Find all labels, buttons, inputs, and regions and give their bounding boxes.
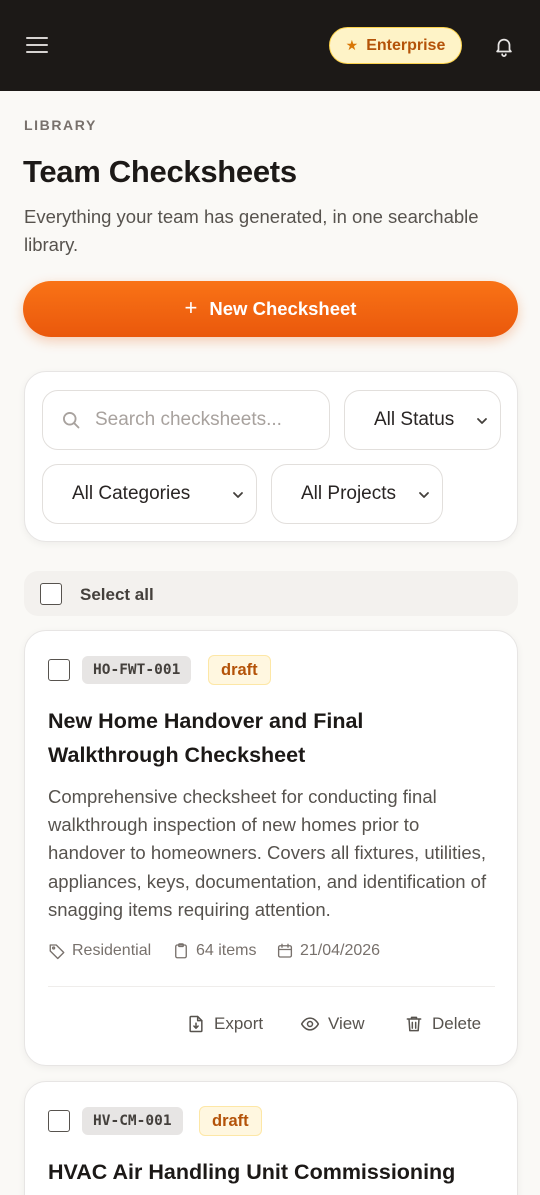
date-label: 21/04/2026 bbox=[300, 942, 381, 959]
card-divider bbox=[48, 986, 495, 987]
status-badge: draft bbox=[208, 655, 271, 685]
checksheet-code: HO-FWT-001 bbox=[82, 656, 192, 684]
clipboard-icon bbox=[175, 943, 187, 959]
tag-icon bbox=[49, 944, 65, 960]
new-checksheet-label: New Checksheet bbox=[209, 298, 357, 319]
checksheet-title[interactable]: HVAC Air Handling Unit Commissioning bbox=[48, 1155, 488, 1189]
plus-icon: + bbox=[184, 295, 198, 320]
filter-panel: All Status All Categories All Projects bbox=[24, 371, 518, 542]
export-button[interactable]: Export bbox=[186, 1014, 263, 1034]
export-icon bbox=[189, 1015, 203, 1033]
delete-label: Delete bbox=[432, 1014, 482, 1033]
status-select[interactable]: All Status bbox=[344, 390, 501, 450]
status-badge: draft bbox=[199, 1106, 262, 1136]
checksheet-card[interactable]: HO-FWT-001 draft New Home Handover and F… bbox=[24, 630, 518, 1066]
section-overline: LIBRARY bbox=[24, 117, 97, 133]
chevron-down-icon bbox=[233, 492, 243, 498]
delete-button[interactable]: Delete bbox=[404, 1014, 481, 1034]
date-meta: 21/04/2026 bbox=[276, 942, 380, 960]
category-label: Residential bbox=[72, 942, 152, 959]
select-all-label: Select all bbox=[80, 585, 154, 604]
view-button[interactable]: View bbox=[300, 1014, 365, 1034]
calendar-icon bbox=[277, 943, 293, 958]
eye-icon bbox=[300, 1017, 320, 1031]
chevron-down-icon bbox=[419, 492, 429, 498]
plan-badge[interactable]: ★ Enterprise bbox=[329, 27, 462, 64]
checksheet-code: HV-CM-001 bbox=[82, 1107, 183, 1135]
page-title: Team Checksheets bbox=[23, 154, 297, 189]
search-field[interactable] bbox=[42, 390, 330, 450]
category-select[interactable]: All Categories bbox=[42, 464, 257, 524]
new-checksheet-button[interactable]: + New Checksheet bbox=[23, 281, 518, 337]
category-meta: Residential bbox=[48, 942, 151, 960]
select-all-checkbox[interactable] bbox=[40, 583, 62, 605]
project-select-value: All Projects bbox=[301, 483, 397, 504]
card-checkbox[interactable] bbox=[48, 1110, 70, 1132]
card-checkbox[interactable] bbox=[48, 659, 70, 681]
items-meta: 64 items bbox=[172, 942, 256, 960]
checksheet-title[interactable]: New Home Handover and Final Walkthrough … bbox=[48, 704, 488, 772]
trash-icon bbox=[406, 1016, 422, 1032]
export-label: Export bbox=[214, 1014, 264, 1033]
search-icon bbox=[63, 412, 80, 429]
plan-badge-label: Enterprise bbox=[366, 36, 446, 54]
category-select-value: All Categories bbox=[72, 483, 191, 504]
page-subtitle: Everything your team has generated, in o… bbox=[24, 206, 479, 255]
top-bar: ★ Enterprise bbox=[0, 0, 540, 91]
view-label: View bbox=[328, 1014, 365, 1033]
search-input[interactable] bbox=[95, 409, 315, 431]
star-icon: ★ bbox=[345, 37, 359, 53]
project-select[interactable]: All Projects bbox=[271, 464, 443, 524]
checksheet-card[interactable]: HV-CM-001 draft HVAC Air Handling Unit C… bbox=[24, 1081, 518, 1195]
chevron-down-icon bbox=[477, 418, 487, 424]
bell-icon[interactable] bbox=[493, 34, 515, 58]
hamburger-menu-icon[interactable] bbox=[26, 35, 48, 55]
checksheet-description: Comprehensive checksheet for conducting … bbox=[48, 786, 487, 920]
status-select-value: All Status bbox=[374, 409, 455, 430]
items-count: 64 items bbox=[196, 942, 257, 959]
